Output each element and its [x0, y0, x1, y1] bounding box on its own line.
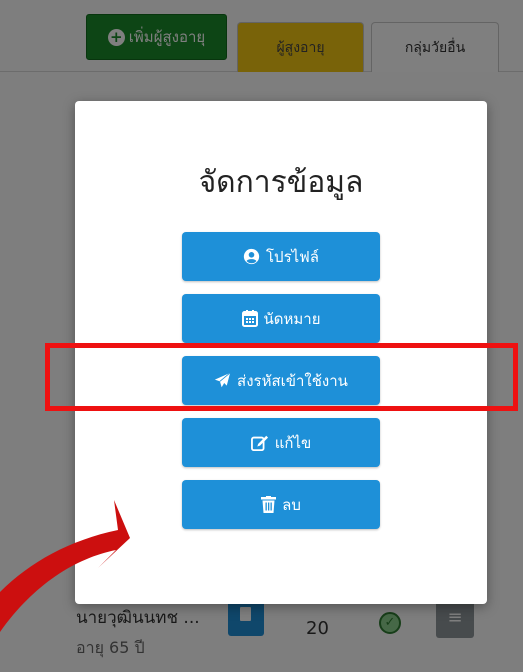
appointment-button[interactable]: นัดหมาย: [182, 294, 380, 343]
red-arrow-annotation: [0, 500, 130, 632]
edit-label: แก้ไข: [274, 433, 312, 452]
highlight-box: [45, 343, 518, 411]
dialog-title: จัดการข้อมูล: [198, 165, 364, 200]
delete-button[interactable]: ลบ: [182, 480, 380, 529]
calendar-icon: [241, 310, 258, 327]
edit-icon: [250, 434, 269, 451]
profile-button[interactable]: โปรไฟล์: [182, 232, 380, 281]
trash-icon: [261, 496, 277, 513]
profile-label: โปรไฟล์: [266, 247, 319, 266]
user-circle-icon: [243, 248, 260, 265]
delete-label: ลบ: [282, 495, 301, 514]
edit-button[interactable]: แก้ไข: [182, 418, 380, 467]
appointment-label: นัดหมาย: [263, 309, 321, 328]
